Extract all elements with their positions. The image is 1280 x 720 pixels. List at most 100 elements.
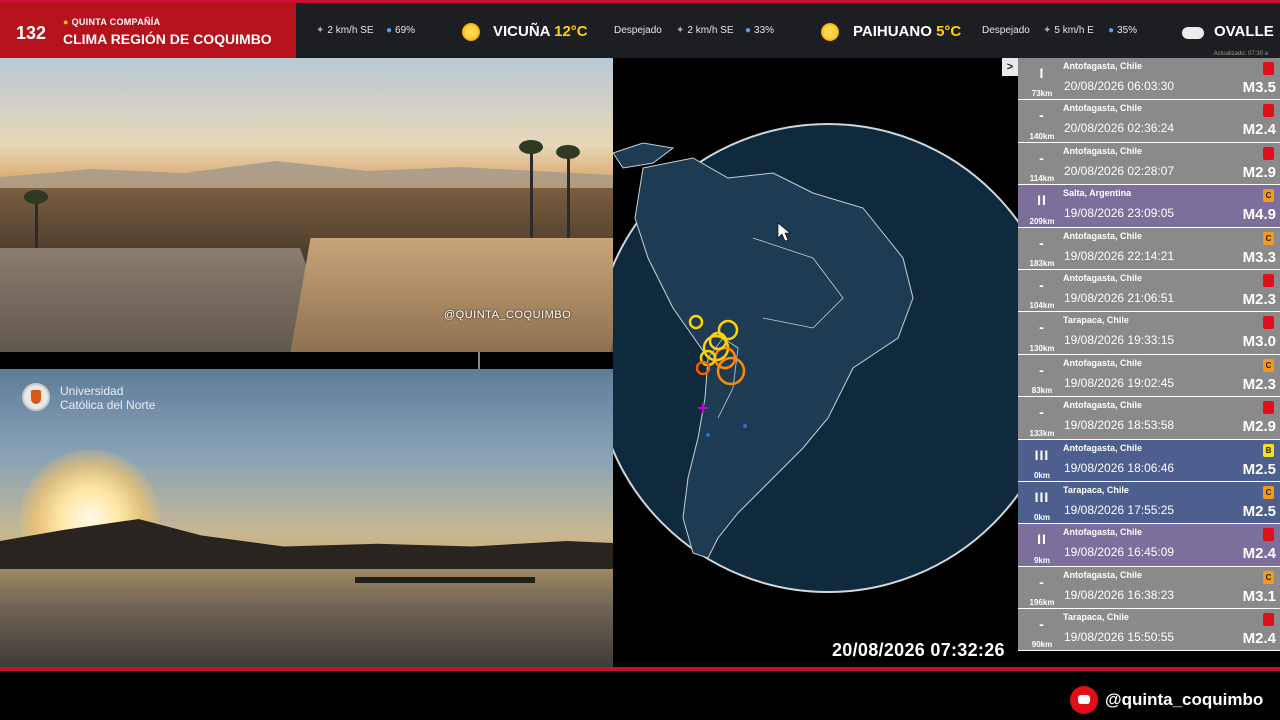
datetime-label: 19/08/2026 19:33:15 bbox=[1064, 333, 1175, 348]
magnitude-label: M3.3 bbox=[1242, 248, 1276, 266]
location-label: Antofagasta, Chile bbox=[1063, 442, 1143, 453]
weather-item-2-city: PAIHUANO 5°C bbox=[853, 23, 962, 40]
weather-ticker-bar: 132 ● QUINTA COMPAÑÍA CLIMA REGIÓN DE CO… bbox=[0, 0, 1280, 61]
weather-item-1-humidity: ● 33% bbox=[745, 25, 775, 36]
depth-label: 73km bbox=[1031, 89, 1053, 99]
magnitude-label: M3.0 bbox=[1242, 333, 1276, 351]
datetime-clock: 20/08/2026 07:32:26 bbox=[832, 640, 1005, 660]
datetime-label: 19/08/2026 16:38:23 bbox=[1064, 587, 1175, 602]
depth-label: 83km bbox=[1031, 386, 1053, 396]
brand-title: CLIMA REGIÓN DE COQUIMBO bbox=[63, 31, 272, 47]
magnitude-label: M2.4 bbox=[1242, 545, 1276, 563]
magnitude-label: M2.9 bbox=[1242, 418, 1276, 436]
quake-row[interactable]: II 209km Salta, Argentina 19/08/2026 23:09:… bbox=[1018, 185, 1280, 228]
quake-row[interactable]: I 73km Antofagasta, Chile 20/08/2026 06:03:… bbox=[1018, 58, 1280, 101]
magnitude-label: M3.1 bbox=[1242, 587, 1276, 605]
datetime-label: 19/08/2026 23:09:05 bbox=[1064, 206, 1175, 221]
magnitude-label: M2.4 bbox=[1242, 121, 1276, 139]
university-logo-text: Universidad Católica del Norte bbox=[60, 384, 156, 412]
datetime-label: 20/08/2026 06:03:30 bbox=[1064, 79, 1175, 93]
alert-badge bbox=[1263, 62, 1274, 75]
datetime-label: 19/08/2026 19:02:45 bbox=[1064, 375, 1175, 390]
alert-badge: C bbox=[1263, 485, 1274, 499]
alert-badge: C bbox=[1263, 570, 1274, 584]
harbor-camera-feed bbox=[0, 369, 630, 667]
alert-badge bbox=[1263, 528, 1274, 542]
alert-badge: C bbox=[1263, 231, 1274, 245]
alert-badge bbox=[1263, 401, 1274, 415]
intensity-label: - bbox=[1039, 404, 1045, 421]
magnitude-label: M2.3 bbox=[1242, 375, 1276, 393]
wind-icon: ✦ bbox=[316, 25, 325, 36]
alert-badge: C bbox=[1263, 189, 1274, 203]
quake-row[interactable]: - 130km Tarapaca, Chile 19/08/2026 19:33:15… bbox=[1018, 312, 1280, 355]
intensity-label: I bbox=[1039, 65, 1045, 81]
depth-label: 209km bbox=[1029, 216, 1055, 226]
quake-row[interactable]: III 0km Antofagasta, Chile 19/08/2026 18:06… bbox=[1018, 439, 1280, 482]
quake-row[interactable]: - 114km Antofagasta, Chile 20/08/2026 02:28… bbox=[1018, 142, 1280, 186]
intensity-label: II bbox=[1037, 531, 1047, 548]
datetime-label: 19/08/2026 17:55:25 bbox=[1064, 502, 1175, 517]
intensity-label: - bbox=[1039, 319, 1045, 336]
camera-watermark: @QUINTA_COQUIMBO bbox=[444, 309, 572, 321]
location-label: Antofagasta, Chile bbox=[1063, 145, 1143, 156]
location-label: Salta, Argentina bbox=[1063, 188, 1132, 199]
datetime-label: 19/08/2026 21:06:51 bbox=[1064, 290, 1175, 305]
city-camera-feed: @QUINTA_COQUIMBO bbox=[0, 58, 613, 352]
location-label: Tarapaca, Chile bbox=[1063, 612, 1129, 623]
humidity-icon: ● bbox=[1108, 25, 1115, 36]
pier bbox=[355, 577, 535, 583]
quake-row[interactable]: - 133km Antofagasta, Chile 19/08/2026 18:53… bbox=[1018, 397, 1280, 440]
cloud-icon bbox=[1182, 27, 1204, 39]
weather-item-2-wind: ✦ 5 km/h E bbox=[1043, 25, 1094, 36]
sun-icon bbox=[462, 23, 480, 41]
depth-label: 133km bbox=[1029, 428, 1055, 438]
magnitude-label: M2.4 bbox=[1242, 630, 1276, 648]
location-label: Antofagasta, Chile bbox=[1063, 230, 1143, 241]
humidity-icon: ● bbox=[745, 25, 752, 36]
magnitude-label: M2.3 bbox=[1242, 290, 1276, 308]
intensity-label: - bbox=[1039, 276, 1045, 293]
location-label: Antofagasta, Chile bbox=[1063, 527, 1143, 538]
wind-icon: ✦ bbox=[676, 25, 685, 36]
alert-badge: C bbox=[1263, 358, 1274, 372]
depth-label: 196km bbox=[1029, 598, 1055, 608]
quake-row[interactable]: II 9km Antofagasta, Chile 19/08/2026 16:45:… bbox=[1018, 524, 1280, 567]
toggle-list-button[interactable]: > bbox=[1002, 58, 1018, 76]
wind-icon: ✦ bbox=[1043, 25, 1052, 36]
datetime-label: 19/08/2026 16:45:09 bbox=[1064, 545, 1175, 560]
datetime-label: 20/08/2026 02:36:24 bbox=[1064, 121, 1175, 136]
earthquake-list: I 73km Antofagasta, Chile 20/08/2026 06:03:… bbox=[1018, 58, 1280, 664]
channel-handle: @quinta_coquimbo bbox=[1105, 690, 1264, 709]
quake-row[interactable]: - 83km Antofagasta, Chile 19/08/2026 19:02:… bbox=[1018, 354, 1280, 398]
weather-item-3-city: OVALLE bbox=[1214, 23, 1274, 40]
quake-row[interactable]: - 140km Antofagasta, Chile 20/08/2026 02:36… bbox=[1018, 100, 1280, 143]
quake-row[interactable]: III 0km Tarapaca, Chile 19/08/2026 17:55:25… bbox=[1018, 481, 1280, 525]
intensity-label: - bbox=[1039, 616, 1045, 633]
depth-label: 140km bbox=[1029, 131, 1055, 141]
alert-badge bbox=[1263, 146, 1274, 160]
depth-label: 114km bbox=[1029, 174, 1055, 184]
quake-row[interactable]: - 196km Antofagasta, Chile 19/08/2026 16:38… bbox=[1018, 566, 1280, 610]
globe-svg bbox=[593, 123, 1063, 593]
quake-dot bbox=[743, 424, 747, 428]
alert-badge bbox=[1263, 316, 1274, 330]
updated-time: Actualizado: 07:30 a bbox=[1213, 51, 1268, 57]
magnitude-label: M2.5 bbox=[1242, 460, 1276, 478]
intensity-label: - bbox=[1039, 573, 1045, 590]
location-label: Antofagasta, Chile bbox=[1063, 103, 1143, 114]
quake-row[interactable]: - 104km Antofagasta, Chile 19/08/2026 21:06… bbox=[1018, 269, 1280, 313]
depth-label: 183km bbox=[1029, 258, 1055, 268]
intensity-label: - bbox=[1039, 361, 1045, 378]
location-label: Antofagasta, Chile bbox=[1063, 357, 1143, 368]
datetime-label: 20/08/2026 02:28:07 bbox=[1064, 163, 1175, 178]
quake-row[interactable]: - 183km Antofagasta, Chile 19/08/2026 22:14… bbox=[1018, 227, 1280, 270]
weather-item-2-condition: Despejado bbox=[982, 25, 1030, 36]
weather-item-0-wind: ✦ 2 km/h SE bbox=[316, 25, 374, 36]
magnitude-label: M3.5 bbox=[1242, 79, 1276, 96]
datetime-label: 19/08/2026 15:50:55 bbox=[1064, 630, 1175, 645]
earthquake-globe-map[interactable] bbox=[593, 58, 1063, 668]
location-label: Tarapaca, Chile bbox=[1063, 315, 1129, 326]
location-label: Antofagasta, Chile bbox=[1063, 569, 1143, 580]
quake-row[interactable]: - 90km Tarapaca, Chile 19/08/2026 15:50:55 M… bbox=[1018, 609, 1280, 652]
